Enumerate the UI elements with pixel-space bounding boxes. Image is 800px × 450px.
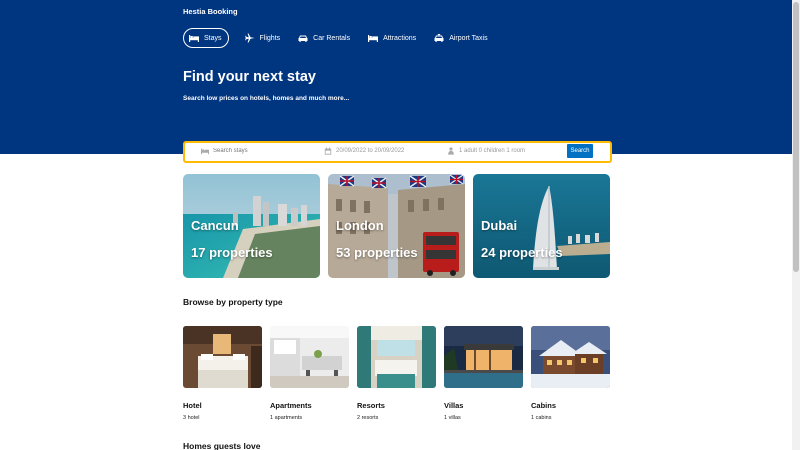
nav-item-label: Car Rentals [313, 34, 351, 42]
featured-count: 24 properties [481, 245, 563, 260]
property-type-name: Villas [444, 401, 464, 410]
bed-icon [189, 33, 199, 43]
resorts-image [357, 326, 436, 388]
nav-item-flights[interactable]: Flights [244, 28, 281, 48]
guests-text: 1 adult 0 children 1 room [459, 148, 526, 154]
property-type-count: 1 cabins [531, 415, 552, 421]
homes-guests-love-title: Homes guests love [183, 441, 261, 450]
featured-count: 17 properties [191, 245, 273, 260]
taxi-icon [434, 33, 444, 43]
property-type-apartments[interactable]: Apartments 1 apartments [270, 326, 349, 421]
nav-item-stays[interactable]: Stays [183, 28, 229, 48]
header: Hestia Booking Stays Flights Car Rentals [0, 0, 792, 154]
bed-icon [368, 33, 379, 43]
nav-item-attractions[interactable]: Attractions [368, 28, 416, 48]
car-icon [298, 33, 308, 43]
property-type-count: 1 apartments [270, 415, 303, 421]
person-icon [448, 147, 454, 155]
property-type-name: Apartments [270, 401, 312, 410]
property-type-villas[interactable]: Villas 1 villas [444, 326, 523, 421]
property-type-list: Hotel 3 hotel Apartments 1 apartments Re… [183, 326, 610, 421]
hotel-image [183, 326, 262, 388]
property-types-title: Browse by property type [183, 297, 283, 307]
guests-picker[interactable]: 1 adult 0 children 1 room [447, 147, 525, 155]
search-bar: 20/09/2022 to 20/09/2022 1 adult 0 child… [183, 141, 612, 163]
property-type-resorts[interactable]: Resorts 2 resorts [357, 326, 436, 421]
plane-icon [244, 33, 255, 43]
nav-item-label: Attractions [383, 34, 417, 42]
page-subtitle: Search low prices on hotels, homes and m… [183, 95, 350, 102]
calendar-icon [324, 147, 332, 155]
property-type-cabins[interactable]: Cabins 1 cabins [531, 326, 610, 421]
villas-image [444, 326, 523, 388]
date-picker[interactable]: 20/09/2022 to 20/09/2022 [324, 147, 404, 155]
cabins-image [531, 326, 610, 388]
featured-card-dubai[interactable]: Dubai 24 properties [473, 174, 610, 278]
date-range-text: 20/09/2022 to 20/09/2022 [336, 148, 405, 154]
scrollbar-thumb[interactable] [793, 2, 799, 272]
featured-card-cancun[interactable]: Cancun 17 properties [183, 174, 320, 278]
property-type-name: Hotel [183, 401, 202, 410]
property-type-count: 1 villas [444, 415, 461, 421]
search-button[interactable]: Search [567, 144, 593, 158]
destination-field[interactable] [201, 147, 303, 155]
bed-icon [201, 148, 209, 155]
featured-city: Dubai [481, 218, 518, 233]
featured-destinations: Cancun 17 properties London 53 propertie… [183, 174, 610, 278]
brand-logo[interactable]: Hestia Booking [183, 7, 238, 16]
search-input[interactable] [213, 148, 303, 154]
nav-item-airport-taxis[interactable]: Airport Taxis [434, 28, 488, 48]
booking-page: Hestia Booking Stays Flights Car Rentals [0, 0, 800, 450]
featured-city: Cancun [191, 218, 239, 233]
featured-count: 53 properties [336, 245, 418, 260]
nav-bar: Stays Flights Car Rentals Attractions Ai… [183, 28, 506, 48]
vertical-scrollbar[interactable] [792, 0, 800, 450]
property-type-name: Resorts [357, 401, 385, 410]
property-type-count: 3 hotel [183, 415, 200, 421]
featured-city: London [336, 218, 384, 233]
nav-item-label: Stays [204, 34, 222, 42]
nav-item-car-rentals[interactable]: Car Rentals [298, 28, 350, 48]
property-type-hotel[interactable]: Hotel 3 hotel [183, 326, 262, 421]
apartments-image [270, 326, 349, 388]
nav-item-label: Airport Taxis [449, 34, 488, 42]
property-type-name: Cabins [531, 401, 557, 410]
page-title: Find your next stay [183, 69, 316, 85]
property-type-count: 2 resorts [357, 415, 379, 421]
featured-card-london[interactable]: London 53 properties [328, 174, 465, 278]
nav-item-label: Flights [259, 34, 281, 42]
